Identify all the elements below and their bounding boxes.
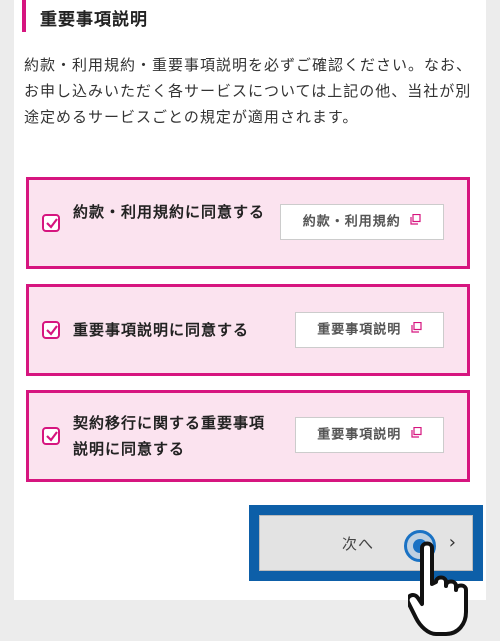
external-link-icon	[411, 418, 422, 452]
important-notes-document-button[interactable]: 重要事項説明	[295, 312, 444, 348]
terms-document-button[interactable]: 約款・利用規約	[280, 204, 444, 240]
consent-label[interactable]: 契約移行に関する重要事項説明に同意する	[73, 410, 273, 462]
checkbox-checked-icon[interactable]	[42, 321, 60, 339]
consent-terms[interactable]: 約款・利用規約に同意する 約款・利用規約	[26, 177, 470, 269]
external-link-icon	[410, 205, 421, 239]
checkbox-checked-icon[interactable]	[42, 214, 60, 232]
section-header: 重要事項説明	[14, 0, 486, 40]
section-description: 約款・利用規約・重要事項説明を必ずご確認ください。なお、お申し込みいただく各サー…	[24, 56, 473, 126]
section-title: 重要事項説明	[40, 10, 148, 30]
doc-button-label: 重要事項説明	[317, 427, 402, 443]
consent-label[interactable]: 約款・利用規約に同意する	[73, 199, 273, 225]
consent-label[interactable]: 重要事項説明に同意する	[73, 317, 273, 343]
consent-important-notes[interactable]: 重要事項説明に同意する 重要事項説明	[26, 284, 470, 376]
hand-pointer-icon	[408, 541, 468, 636]
doc-button-label: 重要事項説明	[317, 322, 402, 338]
external-link-icon	[411, 313, 422, 347]
doc-button-label: 約款・利用規約	[302, 214, 401, 230]
consent-contract-transfer[interactable]: 契約移行に関する重要事項説明に同意する 重要事項説明	[26, 390, 470, 482]
next-button-label: 次へ	[342, 535, 375, 553]
checkbox-checked-icon[interactable]	[42, 427, 60, 445]
contract-transfer-document-button[interactable]: 重要事項説明	[295, 417, 444, 453]
section-accent-bar	[22, 0, 26, 32]
